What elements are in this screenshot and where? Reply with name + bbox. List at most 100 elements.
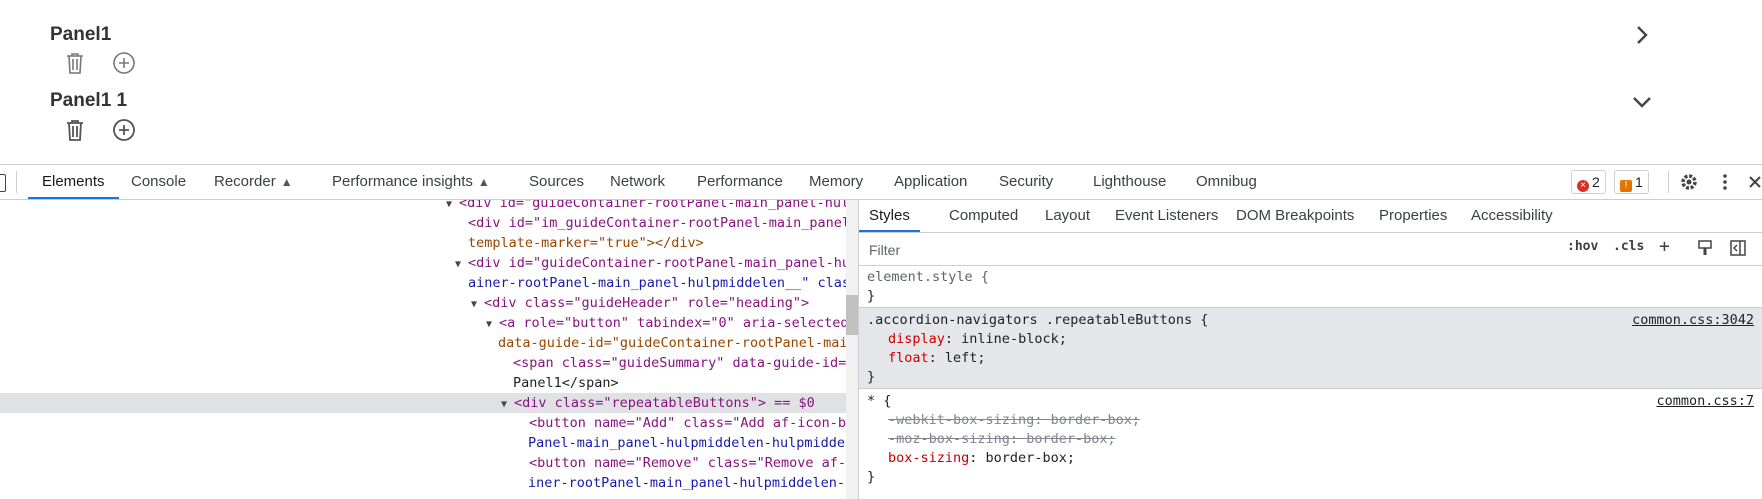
tree-node[interactable]: iner-rootPanel-main_panel-hulpmiddelen-h	[0, 473, 858, 493]
tab-performance[interactable]: Performance	[697, 165, 783, 199]
tree-node-text: ainer-rootPanel-main_panel-hulpmiddelen_…	[468, 275, 851, 291]
cls-toggle-button[interactable]: .cls	[1613, 239, 1644, 254]
tab-recorder[interactable]: Recorder ▲	[214, 165, 293, 199]
rule-selector[interactable]: * {	[867, 392, 891, 411]
tab-properties[interactable]: Properties	[1379, 200, 1447, 232]
new-style-rule-icon[interactable]: +	[1659, 236, 1670, 257]
rule-close-brace: }	[867, 369, 876, 385]
tree-node[interactable]: ▼ <div class="guideHeader" role="heading"…	[0, 293, 858, 313]
tab-elements[interactable]: Elements	[28, 165, 119, 199]
panel-title: Panel1	[50, 24, 112, 45]
expand-triangle-icon: ▼	[455, 259, 462, 270]
device-toggle-icon[interactable]	[0, 174, 6, 192]
style-declaration[interactable]: display: inline-block;	[888, 330, 1067, 349]
toggle-sidebar-icon[interactable]	[1730, 240, 1746, 256]
tab-label: Sources	[529, 173, 585, 190]
tab-event-listeners[interactable]: Event Listeners	[1115, 200, 1218, 232]
tree-node[interactable]: ▼ <div id="guideContainer-rootPanel-main_…	[0, 200, 858, 213]
divider	[16, 171, 17, 193]
remove-panel-button[interactable]	[62, 50, 88, 76]
tab-label: Security	[999, 173, 1054, 190]
style-declaration[interactable]: float: left;	[888, 349, 986, 368]
tab-console[interactable]: Console	[131, 165, 186, 199]
rule-close-brace: }	[867, 288, 876, 304]
tab-layout[interactable]: Layout	[1045, 200, 1090, 232]
tab-accessibility[interactable]: Accessibility	[1471, 200, 1553, 232]
property-value: border-box;	[1026, 431, 1116, 447]
tree-node-text: <div id="im_guideContainer-rootPanel-mai…	[468, 215, 851, 231]
tree-node[interactable]: <button name="Add" class="Add af-icon-bu	[0, 413, 858, 433]
style-declaration-overridden[interactable]: -webkit-box-sizing: border-box;	[888, 411, 1140, 430]
tree-node[interactable]: template-marker="true"></div>	[0, 233, 858, 253]
tree-node-text: <a role="button" tabindex="0" aria-selec…	[499, 315, 849, 331]
tab-label: Performance	[697, 173, 783, 190]
tab-security[interactable]: Security	[999, 165, 1053, 199]
error-count: 2	[1592, 174, 1600, 190]
style-declaration-overridden[interactable]: -moz-box-sizing: border-box;	[888, 430, 1116, 449]
styles-filter-input[interactable]	[867, 237, 1471, 263]
tree-node[interactable]: <button name="Remove" class="Remove af-i	[0, 453, 858, 473]
add-panel-button[interactable]	[111, 117, 137, 143]
tab-label: Properties	[1379, 207, 1448, 224]
tab-label: Layout	[1045, 207, 1091, 224]
rule-source-link[interactable]: common.css:7	[1656, 392, 1754, 411]
tab-omnibug[interactable]: Omnibug	[1196, 165, 1257, 199]
error-count-badge[interactable]: × 2	[1571, 170, 1606, 194]
settings-icon[interactable]	[1678, 171, 1700, 193]
tree-node-text: <div id="guideContainer-rootPanel-main_p…	[459, 200, 858, 211]
tree-node[interactable]: ▼ <div id="guideContainer-rootPanel-main_…	[0, 253, 858, 273]
tree-node-text: <button name="Add" class="Add af-icon-bu	[529, 415, 855, 431]
tree-node[interactable]: ▼ <a role="button" tabindex="0" aria-sele…	[0, 313, 858, 333]
expand-triangle-icon: ▼	[501, 399, 508, 410]
tab-network[interactable]: Network	[610, 165, 665, 199]
experiment-icon: ▲	[477, 175, 490, 189]
rule-selector[interactable]: element.style {	[867, 268, 989, 287]
warning-icon: !	[1620, 180, 1632, 192]
paint-brush-icon[interactable]	[1698, 240, 1712, 256]
more-vert-icon[interactable]	[1714, 171, 1736, 193]
tab-label: Accessibility	[1471, 207, 1553, 224]
tab-performance-insights[interactable]: Performance insights ▲	[332, 165, 490, 199]
chevron-right-icon[interactable]	[1630, 23, 1654, 47]
property-name: -webkit-box-sizing	[888, 412, 1035, 428]
rule-source-link[interactable]: common.css:3042	[1632, 311, 1754, 330]
property-value: border-box;	[1050, 412, 1140, 428]
tree-scrollbar-thumb[interactable]	[846, 295, 858, 335]
property-name: box-sizing	[888, 450, 970, 466]
tab-sources[interactable]: Sources	[529, 165, 584, 199]
tab-application[interactable]: Application	[894, 165, 967, 199]
rule-selector[interactable]: .accordion-navigators .repeatableButtons…	[867, 311, 1208, 330]
tree-node[interactable]: data-guide-id="guideContainer-rootPanel-…	[0, 333, 858, 353]
add-circle-icon	[113, 52, 135, 74]
chevron-down-icon[interactable]	[1630, 90, 1654, 114]
property-value: border-box;	[985, 450, 1075, 466]
tab-label: Performance insights	[332, 173, 473, 190]
devtools-tabbar: Elements Console Recorder ▲ Performance i…	[0, 165, 1762, 200]
tab-computed[interactable]: Computed	[949, 200, 1018, 232]
tab-memory[interactable]: Memory	[809, 165, 863, 199]
tree-node[interactable]: ainer-rootPanel-main_panel-hulpmiddelen_…	[0, 273, 858, 293]
add-panel-button[interactable]	[111, 50, 137, 76]
warning-count-badge[interactable]: ! 1	[1614, 170, 1649, 194]
tree-node[interactable]: <div id="im_guideContainer-rootPanel-mai…	[0, 213, 858, 233]
tab-dom-breakpoints[interactable]: DOM Breakpoints	[1236, 200, 1354, 232]
tab-lighthouse[interactable]: Lighthouse	[1093, 165, 1166, 199]
style-declaration[interactable]: box-sizing: border-box;	[888, 449, 1075, 468]
tree-node[interactable]: <span class="guideSummary" data-guide-id…	[0, 353, 858, 373]
tab-label: Memory	[809, 173, 864, 190]
tree-node-selected[interactable]: ▼ <div class="repeatableButtons"> == $0	[0, 393, 858, 413]
close-icon[interactable]	[1744, 171, 1762, 193]
tab-styles[interactable]: Styles	[859, 200, 920, 232]
hov-toggle-button[interactable]: :hov	[1567, 239, 1598, 254]
experiment-icon: ▲	[280, 175, 293, 189]
tree-node[interactable]: Panel1</span>	[0, 373, 858, 393]
tree-node-text: <span class="guideSummary" data-guide-id…	[513, 355, 847, 371]
property-name: -moz-box-sizing	[888, 431, 1010, 447]
tab-label: Console	[131, 173, 187, 190]
devtools-panel: Elements Console Recorder ▲ Performance i…	[0, 164, 1762, 499]
warning-count: 1	[1635, 174, 1643, 190]
tree-node[interactable]: Panel-main_panel-hulpmiddelen-hulpmiddel	[0, 433, 858, 453]
remove-panel-button[interactable]	[62, 117, 88, 143]
tree-scrollbar[interactable]	[846, 200, 858, 499]
elements-tree: ▼ <div id="guideContainer-rootPanel-main_…	[0, 200, 858, 499]
